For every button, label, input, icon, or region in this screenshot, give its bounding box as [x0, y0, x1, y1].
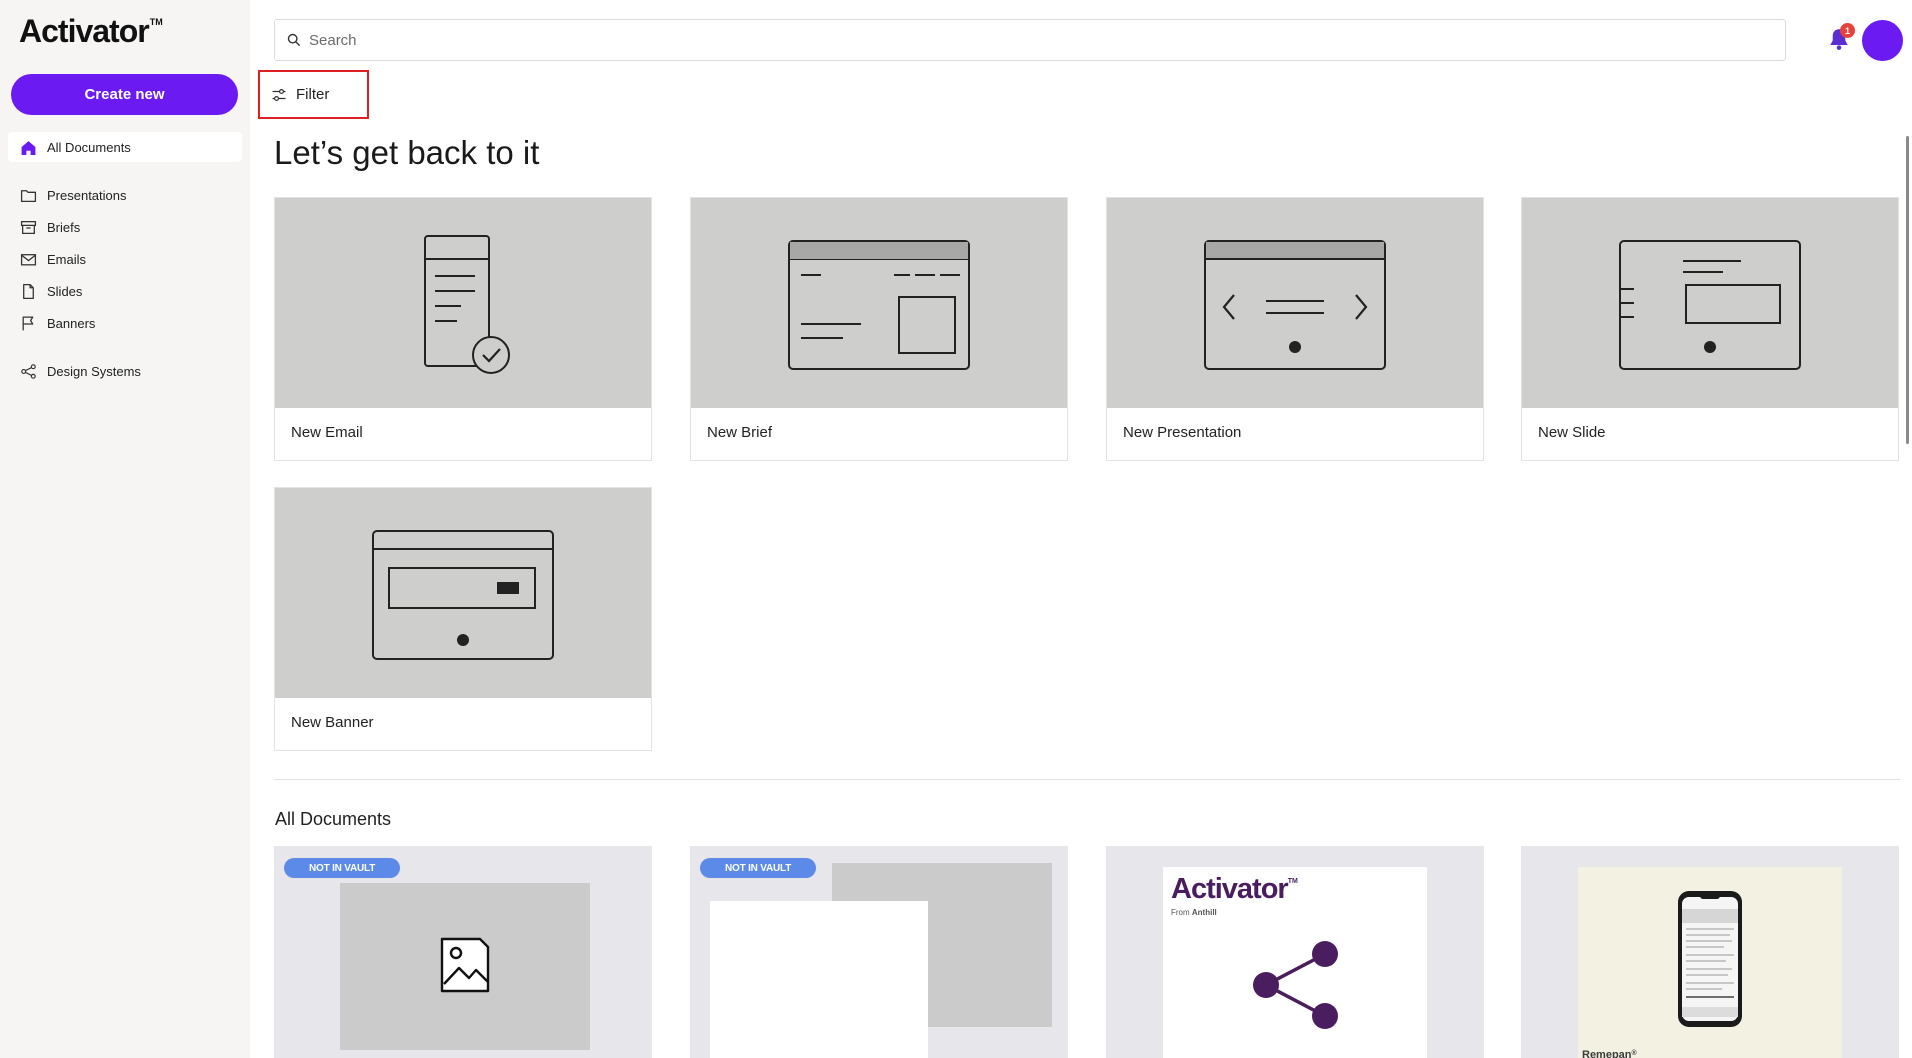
sidebar-item-label: All Documents — [47, 139, 131, 155]
document-thumbnail: ActivatorTM From Anthill — [1163, 867, 1427, 1058]
sidebar-item-label: Briefs — [47, 219, 81, 235]
page-title: Let’s get back to it — [274, 134, 540, 171]
thumbnail-brand-label: Remepan® — [1582, 1049, 1637, 1058]
banner-template-icon — [372, 530, 554, 660]
document-thumbnail — [340, 883, 590, 1050]
template-card-new-slide[interactable]: New Slide — [1521, 197, 1899, 461]
template-label: New Presentation — [1123, 424, 1242, 441]
sliders-icon — [272, 88, 286, 101]
sidebar-item-design-systems[interactable]: Design Systems — [8, 356, 242, 386]
document-card[interactable]: Remepan® — [1521, 846, 1899, 1058]
status-badge: NOT IN VAULT — [284, 858, 401, 878]
section-divider — [274, 779, 1900, 780]
template-label: New Slide — [1538, 424, 1606, 441]
search-input[interactable] — [309, 31, 1785, 49]
presentation-template-icon — [1204, 240, 1386, 370]
share-icon — [19, 362, 37, 380]
section-title-all-documents: All Documents — [275, 809, 392, 829]
thumbnail-brand-title: ActivatorTM — [1171, 873, 1298, 905]
scrollbar[interactable] — [1906, 136, 1909, 444]
document-card[interactable]: NOT IN VAULT — [690, 846, 1068, 1058]
notification-badge: 1 — [1840, 23, 1855, 38]
sidebar-item-label: Design Systems — [47, 363, 141, 379]
app-logo[interactable]: ActivatorTM — [19, 13, 163, 50]
filter-label: Filter — [296, 86, 330, 103]
email-template-icon — [424, 235, 510, 374]
sidebar-item-label: Banners — [47, 315, 96, 331]
create-new-button[interactable]: Create new — [11, 74, 238, 115]
home-icon — [19, 138, 37, 156]
sidebar-item-banners[interactable]: Banners — [8, 308, 242, 338]
search-icon — [287, 33, 301, 47]
thumbnail-subtitle: From Anthill — [1171, 908, 1217, 917]
share-icon — [1253, 941, 1338, 1029]
sidebar-item-briefs[interactable]: Briefs — [8, 212, 242, 242]
slide-template-icon — [1619, 240, 1801, 370]
flag-icon — [19, 314, 37, 332]
template-card-new-banner[interactable]: New Banner — [274, 487, 652, 751]
sidebar-item-presentations[interactable]: Presentations — [8, 180, 242, 210]
template-card-new-presentation[interactable]: New Presentation — [1106, 197, 1484, 461]
template-label: New Brief — [707, 424, 773, 441]
avatar[interactable] — [1862, 20, 1903, 61]
image-placeholder-icon — [440, 937, 490, 993]
file-icon — [19, 282, 37, 300]
phone-icon — [1678, 891, 1742, 1027]
sidebar-item-label: Presentations — [47, 187, 127, 203]
sidebar-item-slides[interactable]: Slides — [8, 276, 242, 306]
document-thumbnail: Remepan® — [1578, 867, 1842, 1058]
template-label: New Banner — [291, 714, 374, 731]
template-card-new-brief[interactable]: New Brief — [690, 197, 1068, 461]
template-thumbnail — [275, 488, 651, 698]
sidebar-item-emails[interactable]: Emails — [8, 244, 242, 274]
sidebar-item-label: Slides — [47, 283, 83, 299]
template-thumbnail — [275, 198, 651, 408]
template-thumbnail — [691, 198, 1067, 408]
document-card[interactable]: NOT IN VAULT — [274, 846, 652, 1058]
sidebar: ActivatorTM Create new All Documents Pre… — [0, 0, 250, 1058]
folder-icon — [19, 186, 37, 204]
sidebar-item-all-documents[interactable]: All Documents — [8, 132, 242, 162]
document-thumbnail-front — [710, 901, 928, 1058]
filter-button[interactable]: Filter — [258, 70, 369, 119]
document-card[interactable]: ActivatorTM From Anthill — [1106, 846, 1484, 1058]
template-card-new-email[interactable]: New Email — [274, 197, 652, 461]
status-badge: NOT IN VAULT — [700, 858, 817, 878]
sidebar-item-label: Emails — [47, 251, 87, 267]
search-bar[interactable] — [274, 19, 1786, 61]
brief-template-icon — [788, 240, 970, 370]
archive-icon — [19, 218, 37, 236]
template-thumbnail — [1107, 198, 1483, 408]
template-thumbnail — [1522, 198, 1898, 408]
mail-icon — [19, 250, 37, 268]
template-label: New Email — [291, 424, 363, 441]
